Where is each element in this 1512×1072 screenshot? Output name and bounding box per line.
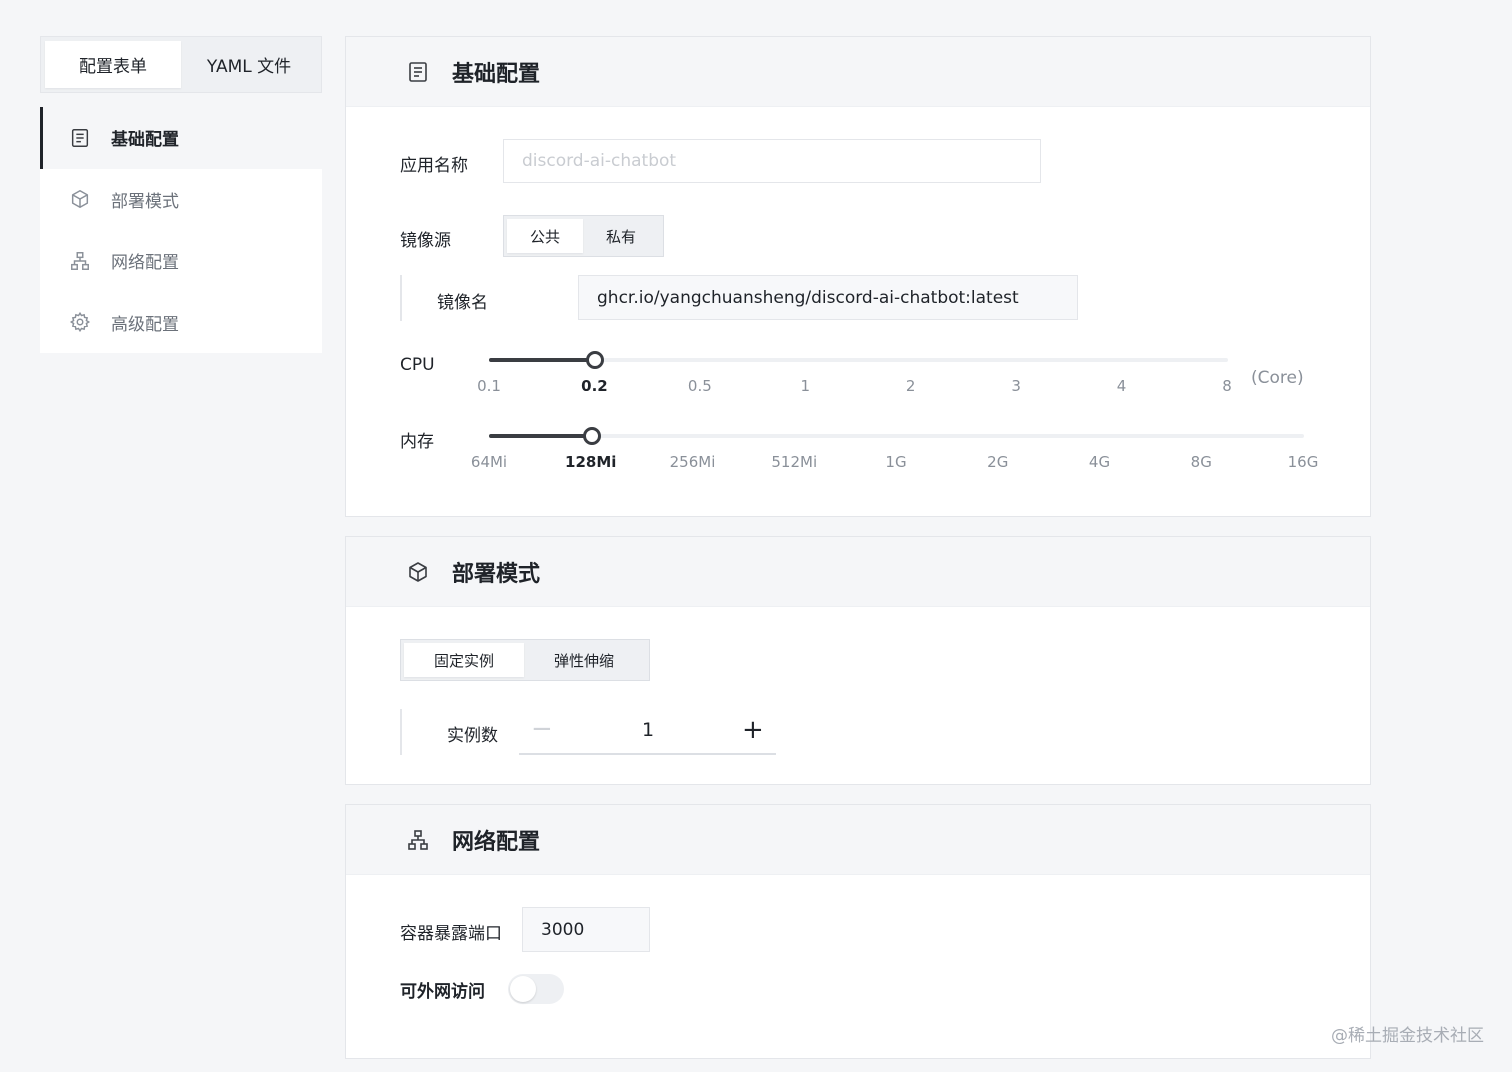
network-icon bbox=[406, 828, 430, 852]
cpu-tick-label[interactable]: 1 bbox=[801, 377, 811, 395]
memory-tick-label[interactable]: 16G bbox=[1288, 453, 1319, 471]
card-title: 网络配置 bbox=[452, 829, 541, 855]
memory-tick-label[interactable]: 512Mi bbox=[771, 453, 817, 471]
card-header: 部署模式 bbox=[346, 537, 1370, 607]
public-access-label: 可外网访问 bbox=[400, 982, 485, 1002]
document-icon bbox=[69, 127, 91, 149]
public-access-toggle[interactable] bbox=[508, 974, 564, 1004]
app-name-input[interactable]: discord-ai-chatbot bbox=[503, 139, 1041, 183]
cpu-slider-handle[interactable] bbox=[586, 351, 604, 369]
decrement-button[interactable]: − bbox=[531, 716, 553, 742]
cpu-tick-label[interactable]: 0.2 bbox=[581, 377, 608, 395]
network-icon bbox=[69, 250, 91, 272]
port-label: 容器暴露端口 bbox=[400, 924, 502, 944]
memory-tick-label[interactable]: 64Mi bbox=[471, 453, 507, 471]
cube-icon bbox=[406, 560, 430, 584]
tab-yaml-file[interactable]: YAML 文件 bbox=[181, 41, 317, 88]
sidebar-item-deploy-mode[interactable]: 部署模式 bbox=[40, 169, 322, 231]
cpu-tick-label[interactable]: 2 bbox=[906, 377, 916, 395]
cpu-tick-label[interactable]: 0.1 bbox=[477, 377, 501, 395]
memory-tick-label[interactable]: 4G bbox=[1089, 453, 1110, 471]
memory-tick-label[interactable]: 1G bbox=[885, 453, 906, 471]
cpu-label: CPU bbox=[400, 355, 435, 375]
image-source-label: 镜像源 bbox=[400, 231, 451, 251]
sidebar-item-advanced-config[interactable]: 高级配置 bbox=[40, 292, 322, 354]
memory-label: 内存 bbox=[400, 432, 434, 452]
watermark: @稀土掘金技术社区 bbox=[1331, 1026, 1484, 1046]
increment-button[interactable]: + bbox=[742, 717, 764, 743]
sidebar-item-basic-config[interactable]: 基础配置 bbox=[40, 107, 322, 169]
app-name-label: 应用名称 bbox=[400, 156, 468, 176]
cpu-tick-label[interactable]: 3 bbox=[1011, 377, 1021, 395]
image-name-label: 镜像名 bbox=[437, 293, 488, 313]
document-icon bbox=[406, 60, 430, 84]
cpu-tick-label[interactable]: 4 bbox=[1117, 377, 1127, 395]
cpu-slider-fill bbox=[489, 358, 595, 362]
card-title: 部署模式 bbox=[452, 561, 541, 587]
deploy-mode-segmented: 固定实例 弹性伸缩 bbox=[400, 639, 650, 681]
image-source-private[interactable]: 私有 bbox=[583, 219, 659, 253]
instances-value[interactable]: 1 bbox=[642, 719, 654, 741]
network-config-card: 网络配置 容器暴露端口 3000 可外网访问 bbox=[345, 804, 1371, 1059]
image-source-segmented: 公共 私有 bbox=[503, 215, 664, 257]
port-input[interactable]: 3000 bbox=[522, 907, 650, 952]
indent-line bbox=[400, 709, 402, 755]
deploy-mode-fixed[interactable]: 固定实例 bbox=[404, 643, 524, 677]
tab-config-form[interactable]: 配置表单 bbox=[45, 41, 181, 88]
sidebar-item-label: 基础配置 bbox=[111, 130, 179, 151]
basic-config-card: 基础配置 应用名称 discord-ai-chatbot 镜像源 公共 私有 镜… bbox=[345, 36, 1371, 517]
indent-line bbox=[400, 275, 402, 321]
sidebar-item-label: 高级配置 bbox=[111, 314, 179, 335]
memory-tick-label[interactable]: 8G bbox=[1191, 453, 1212, 471]
mode-tabs: 配置表单 YAML 文件 bbox=[40, 36, 322, 93]
deploy-mode-card: 部署模式 固定实例 弹性伸缩 实例数 − 1 + bbox=[345, 536, 1371, 785]
sidebar-item-network-config[interactable]: 网络配置 bbox=[40, 230, 322, 292]
cpu-tick-label[interactable]: 8 bbox=[1222, 377, 1232, 395]
sidebar-nav: 基础配置 部署模式 网络配置 高级配置 bbox=[40, 107, 322, 353]
gear-icon bbox=[69, 311, 91, 333]
left-panel: 配置表单 YAML 文件 基础配置 部署模式 网络配置 高级配置 bbox=[40, 36, 322, 353]
card-header: 网络配置 bbox=[346, 805, 1370, 875]
card-title: 基础配置 bbox=[452, 61, 541, 87]
sidebar-item-label: 网络配置 bbox=[111, 253, 179, 274]
deploy-mode-autoscale[interactable]: 弹性伸缩 bbox=[524, 643, 644, 677]
toggle-knob bbox=[510, 976, 536, 1002]
memory-tick-label[interactable]: 256Mi bbox=[670, 453, 716, 471]
instances-stepper: − 1 + bbox=[519, 709, 776, 755]
memory-slider-track[interactable] bbox=[489, 434, 1304, 438]
memory-tick-label[interactable]: 2G bbox=[987, 453, 1008, 471]
image-source-public[interactable]: 公共 bbox=[507, 219, 583, 253]
memory-tick-label[interactable]: 128Mi bbox=[565, 453, 616, 471]
card-header: 基础配置 bbox=[346, 37, 1370, 107]
instances-label: 实例数 bbox=[447, 726, 498, 746]
sidebar-item-label: 部署模式 bbox=[111, 191, 179, 212]
memory-slider-fill bbox=[489, 434, 592, 438]
cpu-tick-label[interactable]: 0.5 bbox=[688, 377, 712, 395]
memory-slider-handle[interactable] bbox=[583, 427, 601, 445]
cube-icon bbox=[69, 188, 91, 210]
image-name-input[interactable]: ghcr.io/yangchuansheng/discord-ai-chatbo… bbox=[578, 275, 1078, 320]
cpu-unit: (Core) bbox=[1251, 368, 1304, 388]
